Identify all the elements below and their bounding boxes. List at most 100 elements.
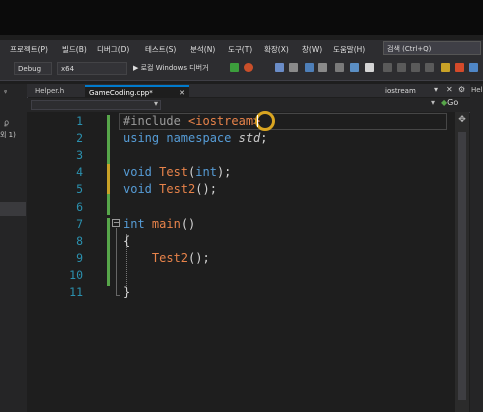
tab-label: Helper.h <box>35 87 65 95</box>
code-token: <iostream> <box>188 114 261 128</box>
line-number: 8 <box>76 233 83 248</box>
line-number: 11 <box>69 285 83 299</box>
code-line: using namespace std; <box>123 131 268 145</box>
hot-reload-icon[interactable] <box>244 63 253 72</box>
tab-dropdown-icon[interactable]: ▾ <box>434 85 438 94</box>
toolbar-icon-f[interactable] <box>350 63 359 72</box>
search-input[interactable]: 검색 (Ctrl+Q) <box>383 41 481 55</box>
menu-item-build[interactable]: 빌드(B) <box>62 44 87 55</box>
toolbar-icon-b[interactable] <box>289 63 298 72</box>
tab-label: iostream <box>385 87 416 95</box>
code-editor[interactable]: 1 2 3 4 5 6 7 8 9 10 11 − #include <iostream> using… <box>27 111 455 412</box>
line-number: 1 <box>76 114 83 128</box>
bookmark-clear-icon[interactable] <box>425 63 434 72</box>
code-token: ); <box>216 165 232 180</box>
code-token: () <box>180 216 196 231</box>
code-token: ; <box>260 131 268 146</box>
menu-item-debug[interactable]: 디버그(D) <box>97 44 129 55</box>
code-token: } <box>123 285 131 299</box>
code-token: using namespace <box>123 131 239 146</box>
go-button[interactable]: ◆Go <box>441 98 458 107</box>
close-all-icon[interactable]: ✕ <box>446 85 453 94</box>
chevron-down-icon: ▾ <box>153 99 158 108</box>
change-indicator <box>107 218 110 286</box>
line-number: 3 <box>76 148 83 163</box>
bookmark-icon[interactable] <box>383 63 392 72</box>
code-line: int main() <box>123 217 195 231</box>
platform-value: x64 <box>61 65 75 73</box>
tab-gamecoding-cpp[interactable]: GameCoding.cpp* ✕ <box>85 85 189 97</box>
menu-item-window[interactable]: 창(W) <box>302 44 322 55</box>
code-line: void Test(int); <box>123 165 231 179</box>
code-line: void Test2(); <box>123 182 217 196</box>
code-token: (); <box>188 250 210 265</box>
line-number: 4 <box>76 165 83 180</box>
selected-node[interactable] <box>0 202 26 216</box>
project-scope-dropdown[interactable]: ▾ <box>31 99 161 110</box>
bookmark-next-icon[interactable] <box>411 63 420 72</box>
options-icon[interactable]: ⚙ <box>458 85 465 94</box>
line-number: 9 <box>76 250 83 265</box>
code-token: Test2 <box>123 250 189 265</box>
config-dropdown[interactable]: Debug <box>14 62 52 75</box>
menu-item-test[interactable]: 테스트(S) <box>145 44 176 55</box>
code-line: { <box>123 234 130 248</box>
outline-end <box>116 295 120 296</box>
text-cursor <box>257 115 258 127</box>
toolbar-icon-h[interactable] <box>441 63 450 72</box>
config-value: Debug <box>18 65 42 73</box>
unsaved-change-indicator <box>107 164 110 194</box>
code-token: Test2 <box>159 182 196 197</box>
code-token: void <box>123 165 160 180</box>
solution-explorer-panel: ᵠ 외 1) ϼ <box>0 84 28 412</box>
line-number: 7 <box>76 216 83 231</box>
line-number: 10 <box>69 267 83 282</box>
code-token: std <box>238 131 261 146</box>
toolbar-icon-i[interactable] <box>455 63 464 72</box>
menu-item-tools[interactable]: 도구(T) <box>228 44 252 55</box>
code-token: int <box>195 165 217 180</box>
code-token: { <box>123 233 131 248</box>
code-line: #include <iostream> <box>123 114 260 128</box>
solution-node-label: 외 1) <box>0 131 16 139</box>
go-label: Go <box>447 98 459 107</box>
help-panel-edge: Help <box>470 84 483 412</box>
code-token: (); <box>195 182 217 197</box>
code-token: main <box>151 216 181 231</box>
menu-bar: 프로젝트(P) 빌드(B) 디버그(D) 테스트(S) 분석(N) 도구(T) … <box>0 40 483 57</box>
toolbar-icon-c[interactable] <box>305 63 314 72</box>
line-number: 2 <box>76 131 83 146</box>
document-tab-strip: Helper.h GameCoding.cpp* ✕ iostream ▾ ✕ … <box>27 84 470 97</box>
code-token: void <box>123 182 160 197</box>
code-token: #include <box>123 114 189 128</box>
menu-item-extensions[interactable]: 확장(X) <box>264 44 289 55</box>
toolbar-icon-g[interactable] <box>365 63 374 72</box>
toolbar-icon-e[interactable] <box>335 63 344 72</box>
code-token: int <box>123 216 152 231</box>
window-title-area <box>0 0 483 35</box>
code-token: Test <box>159 165 189 180</box>
run-debugger-button[interactable]: ▶ 로컬 Windows 디버거 <box>133 62 209 75</box>
vertical-scrollbar[interactable]: ✥ <box>455 112 469 412</box>
search-icon[interactable]: ϼ <box>4 118 9 127</box>
collapse-icon[interactable]: − <box>112 219 120 227</box>
split-icon[interactable]: ✥ <box>455 115 469 125</box>
pin-icon[interactable]: ᵠ <box>4 88 7 97</box>
menu-item-analyze[interactable]: 분석(N) <box>190 44 215 55</box>
toolbar-icon-d[interactable] <box>318 63 327 72</box>
scroll-thumb[interactable] <box>458 132 466 400</box>
run-label: ▶ 로컬 Windows 디버거 <box>133 64 209 72</box>
tab-helper-h[interactable]: Helper.h <box>31 85 85 97</box>
platform-dropdown[interactable]: x64 <box>57 62 127 75</box>
toolbar-icon-a[interactable] <box>275 63 284 72</box>
toolbar-icon-j[interactable] <box>469 63 478 72</box>
help-tab-label[interactable]: Help <box>471 86 483 94</box>
tab-iostream[interactable]: iostream <box>381 85 433 97</box>
bookmark-prev-icon[interactable] <box>397 63 406 72</box>
chevron-down-icon[interactable]: ▾ <box>431 98 435 107</box>
menu-item-project[interactable]: 프로젝트(P) <box>10 44 48 55</box>
outline-line <box>116 228 117 296</box>
menu-item-help[interactable]: 도움말(H) <box>333 44 365 55</box>
start-without-debugging-icon[interactable] <box>230 63 239 72</box>
line-number: 6 <box>76 199 83 214</box>
